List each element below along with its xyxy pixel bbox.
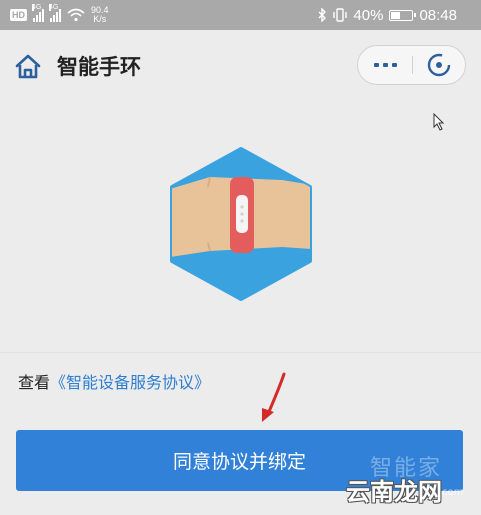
agreement-prefix: 查看 — [18, 373, 51, 392]
more-icon — [391, 63, 397, 67]
agree-and-bind-button-label: 同意协议并绑定 — [172, 451, 306, 473]
battery-percent: 40% — [353, 6, 384, 24]
watermark-main-text: 云南龙网 — [346, 478, 442, 506]
mouse-pointer-icon — [433, 113, 445, 131]
network-generation-label: 4G — [49, 4, 59, 11]
clock: 08:48 — [419, 6, 457, 24]
status-bar: HD 4G 4G 90.4 K/s 40% 08:48 — [0, 0, 481, 30]
app-header: 智能手环 — [0, 30, 481, 102]
agreement-section: 查看《智能设备服务协议》 — [0, 352, 481, 409]
mini-program-capsule — [357, 45, 466, 85]
target-close-icon — [427, 53, 451, 77]
network-generation-label: 4G — [32, 4, 42, 11]
status-bar-right: 40% 08:48 — [318, 5, 457, 25]
battery-icon — [389, 9, 417, 21]
page-title: 智能手环 — [57, 55, 141, 79]
speed-unit: K/s — [93, 14, 107, 24]
more-icon — [382, 63, 388, 67]
home-icon[interactable] — [14, 54, 42, 80]
watermark-domain-text: com — [442, 487, 464, 498]
service-agreement-link[interactable]: 《智能设备服务协议》 — [50, 373, 210, 392]
close-button[interactable] — [413, 46, 465, 84]
watermark: 智能家 云南龙网 com — [346, 450, 472, 506]
bluetooth-icon — [318, 8, 327, 22]
network-speed: 90.4 K/s — [91, 6, 109, 24]
battery-fill — [391, 11, 401, 19]
more-icon — [373, 63, 379, 67]
status-bar-left: HD 4G 4G 90.4 K/s — [10, 4, 109, 25]
wristband-illustration — [170, 147, 312, 301]
red-arrow-annotation — [262, 372, 286, 422]
signal-icon: 4G — [49, 4, 61, 22]
vibrate-icon — [333, 8, 348, 22]
wifi-icon — [67, 8, 85, 22]
hd-badge: HD — [10, 9, 27, 21]
agreement-text: 查看《智能设备服务协议》 — [18, 369, 210, 393]
signal-icon: 4G — [32, 4, 44, 22]
more-button[interactable] — [358, 46, 412, 84]
